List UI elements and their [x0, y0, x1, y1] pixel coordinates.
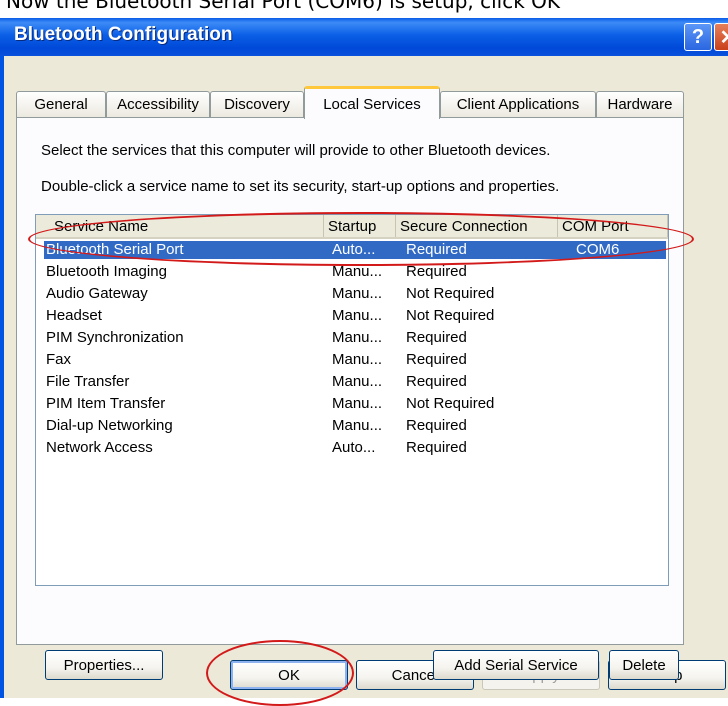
ok-button[interactable]: OK [230, 660, 348, 690]
cell-startup: Manu... [332, 263, 383, 280]
cell-secure-connection: Not Required [406, 307, 495, 324]
close-icon: ✕ [719, 26, 728, 49]
caption-text: Now the Bluetooth Serial Port (COM6) is … [6, 0, 561, 13]
help-title-button[interactable]: ? [684, 23, 712, 51]
table-row[interactable]: PIM Item Transfer Manu... Not Required [44, 395, 666, 413]
cell-service-name: Fax [46, 351, 72, 368]
cell-startup: Manu... [332, 307, 383, 324]
cell-startup: Auto... [332, 439, 376, 456]
cell-secure-connection: Required [406, 439, 467, 456]
table-row[interactable]: Audio Gateway Manu... Not Required [44, 285, 666, 303]
tab-accessibility[interactable]: Accessibility [106, 91, 210, 117]
table-row[interactable]: Fax Manu... Required [44, 351, 666, 369]
cell-secure-connection: Required [406, 351, 467, 368]
local-services-panel: Select the services that this computer w… [16, 117, 684, 680]
tab-hardware[interactable]: Hardware [596, 91, 684, 117]
cell-service-name: Bluetooth Serial Port [46, 241, 184, 258]
column-header-service-name[interactable]: Service Name [36, 215, 324, 237]
table-row[interactable]: Network Access Auto... Required [44, 439, 666, 457]
cell-secure-connection: Required [406, 241, 467, 258]
properties-button[interactable]: Properties... [45, 650, 163, 680]
question-mark-icon: ? [691, 25, 705, 48]
delete-button[interactable]: Delete [609, 650, 679, 680]
tab-client-applications[interactable]: Client Applications [440, 91, 596, 117]
tab-discovery[interactable]: Discovery [210, 91, 304, 117]
column-header-secure-connection[interactable]: Secure Connection [396, 215, 558, 237]
table-row[interactable]: PIM Synchronization Manu... Required [44, 329, 666, 347]
cell-secure-connection: Required [406, 373, 467, 390]
cell-service-name: Dial-up Networking [46, 417, 173, 434]
table-row[interactable]: Bluetooth Serial Port Auto... Required COM6 [44, 241, 666, 259]
cell-service-name: PIM Synchronization [46, 329, 184, 346]
cell-secure-connection: Not Required [406, 395, 495, 412]
cell-startup: Manu... [332, 373, 383, 390]
instruction-line-2: Double-click a service name to set its s… [41, 178, 560, 195]
column-header-startup[interactable]: Startup [324, 215, 396, 237]
cell-com-port: COM6 [576, 241, 620, 258]
cell-service-name: File Transfer [46, 373, 130, 390]
title-bar[interactable]: Bluetooth Configuration ? ✕ [0, 18, 728, 56]
cell-service-name: Bluetooth Imaging [46, 263, 167, 280]
table-row[interactable]: Bluetooth Imaging Manu... Required [44, 263, 666, 281]
tab-general[interactable]: General [16, 91, 106, 117]
cell-startup: Manu... [332, 417, 383, 434]
cell-secure-connection: Required [406, 417, 467, 434]
cell-secure-connection: Required [406, 329, 467, 346]
cell-service-name: Network Access [46, 439, 153, 456]
cell-startup: Manu... [332, 285, 383, 302]
tab-local-services[interactable]: Local Services [304, 86, 440, 119]
cell-secure-connection: Required [406, 263, 467, 280]
services-list[interactable]: Service Name Startup Secure Connection C… [35, 214, 669, 586]
cell-service-name: Headset [46, 307, 102, 324]
column-header-com-port[interactable]: COM Port [558, 215, 668, 237]
window-title: Bluetooth Configuration [14, 24, 233, 45]
close-button[interactable]: ✕ [714, 23, 728, 51]
list-header: Service Name Startup Secure Connection C… [36, 215, 668, 239]
cell-startup: Manu... [332, 395, 383, 412]
top-caption-strip: Now the Bluetooth Serial Port (COM6) is … [0, 0, 728, 18]
cell-startup: Manu... [332, 329, 383, 346]
cell-service-name: Audio Gateway [46, 285, 148, 302]
cell-secure-connection: Not Required [406, 285, 495, 302]
add-serial-service-button[interactable]: Add Serial Service [433, 650, 599, 680]
bluetooth-configuration-window: Bluetooth Configuration ? ✕ General Acce… [0, 18, 728, 698]
table-row[interactable]: Headset Manu... Not Required [44, 307, 666, 325]
table-row[interactable]: File Transfer Manu... Required [44, 373, 666, 391]
table-row[interactable]: Dial-up Networking Manu... Required [44, 417, 666, 435]
dialog-client-area: General Accessibility Discovery Local Se… [4, 56, 728, 698]
cell-service-name: PIM Item Transfer [46, 395, 166, 412]
cell-startup: Auto... [332, 241, 376, 258]
cell-startup: Manu... [332, 351, 383, 368]
instruction-line-1: Select the services that this computer w… [41, 142, 551, 159]
